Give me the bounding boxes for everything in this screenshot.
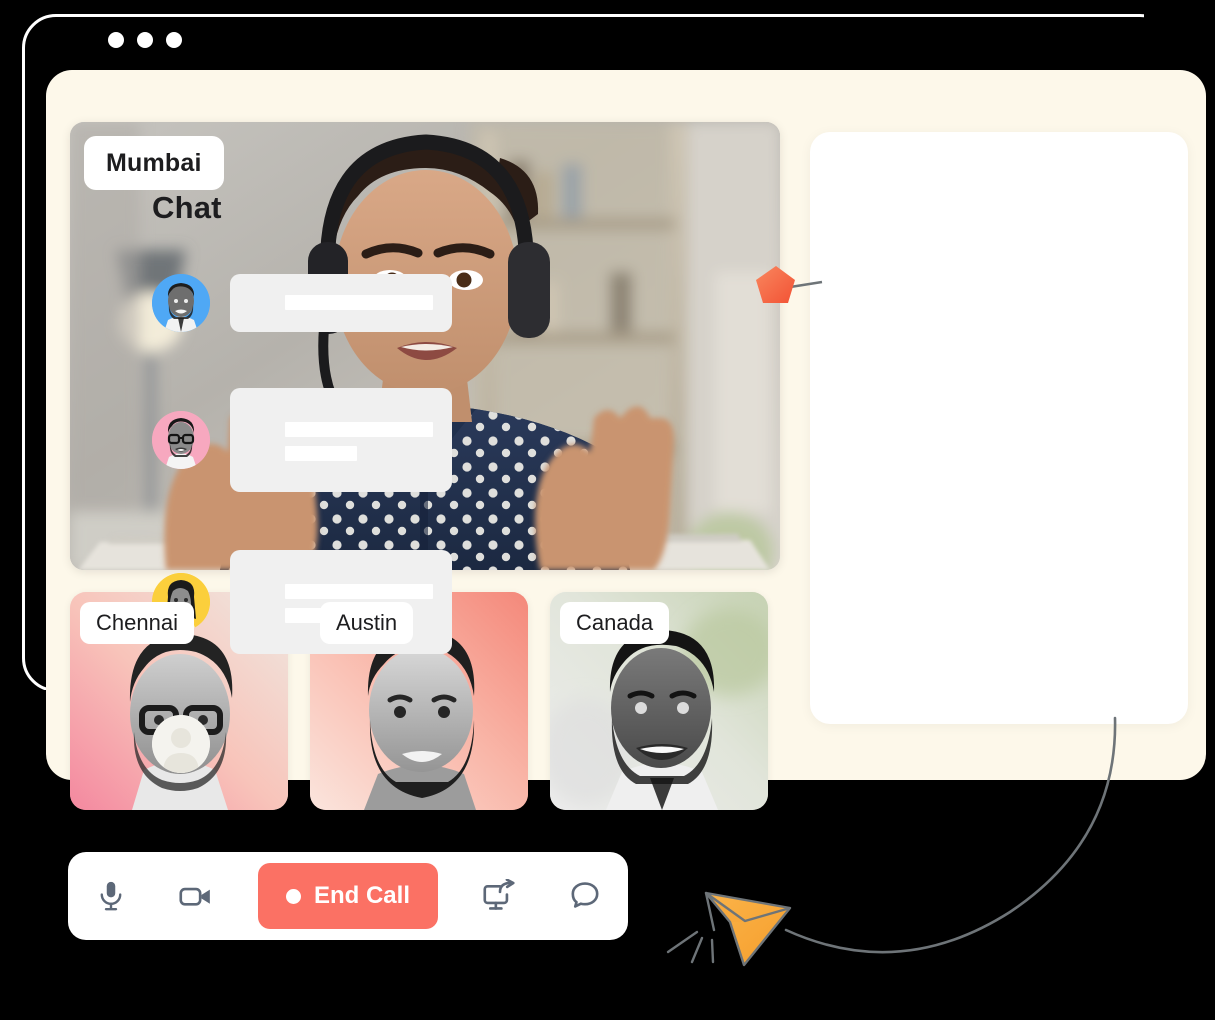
chat-message-bubble — [230, 274, 452, 332]
chat-panel-title: Chat — [152, 190, 222, 225]
app-panel: Mumbai Chennai Austin Canada Chat — [46, 70, 1206, 810]
end-call-indicator-dot — [285, 888, 301, 904]
screen-share-icon[interactable] — [477, 873, 523, 919]
paper-plane — [666, 891, 792, 967]
chat-message-list — [152, 255, 452, 789]
end-call-label: End Call — [313, 882, 410, 909]
window-controls — [108, 32, 182, 48]
avatar — [152, 274, 210, 332]
main-video-label: Mumbai — [84, 136, 224, 190]
participant-tile-canada[interactable]: Canada — [550, 592, 768, 810]
window-dot-minimize[interactable] — [137, 32, 153, 48]
chat-message-item[interactable] — [152, 363, 452, 517]
end-call-button[interactable]: End Call — [257, 863, 438, 929]
chat-message-item[interactable] — [152, 255, 452, 351]
avatar-image-2 — [152, 411, 210, 469]
avatar-placeholder-icon — [152, 715, 210, 773]
chat-bubble-icon[interactable] — [562, 873, 608, 919]
avatar — [152, 411, 210, 469]
bubble-line — [285, 295, 433, 310]
window-dot-close[interactable] — [108, 32, 124, 48]
microphone-icon[interactable] — [88, 873, 134, 919]
avatar-placeholder — [152, 715, 210, 773]
window-dot-maximize[interactable] — [166, 32, 182, 48]
screenshot-root: Mumbai Chennai Austin Canada Chat End Ca… — [0, 0, 1215, 1020]
avatar-image-1 — [152, 274, 210, 332]
chat-panel — [810, 132, 1188, 724]
chat-message-item-placeholder[interactable] — [152, 699, 452, 789]
participant-label-canada: Canada — [560, 602, 670, 644]
camera-icon[interactable] — [173, 873, 219, 919]
chat-message-bubble — [230, 388, 452, 492]
participant-label-chennai: Chennai — [80, 602, 194, 644]
participant-label-austin: Austin — [320, 602, 414, 644]
bubble-line — [285, 422, 433, 437]
call-controls-toolbar: End Call — [68, 852, 628, 940]
bubble-line — [285, 446, 357, 461]
bubble-line — [285, 584, 433, 599]
